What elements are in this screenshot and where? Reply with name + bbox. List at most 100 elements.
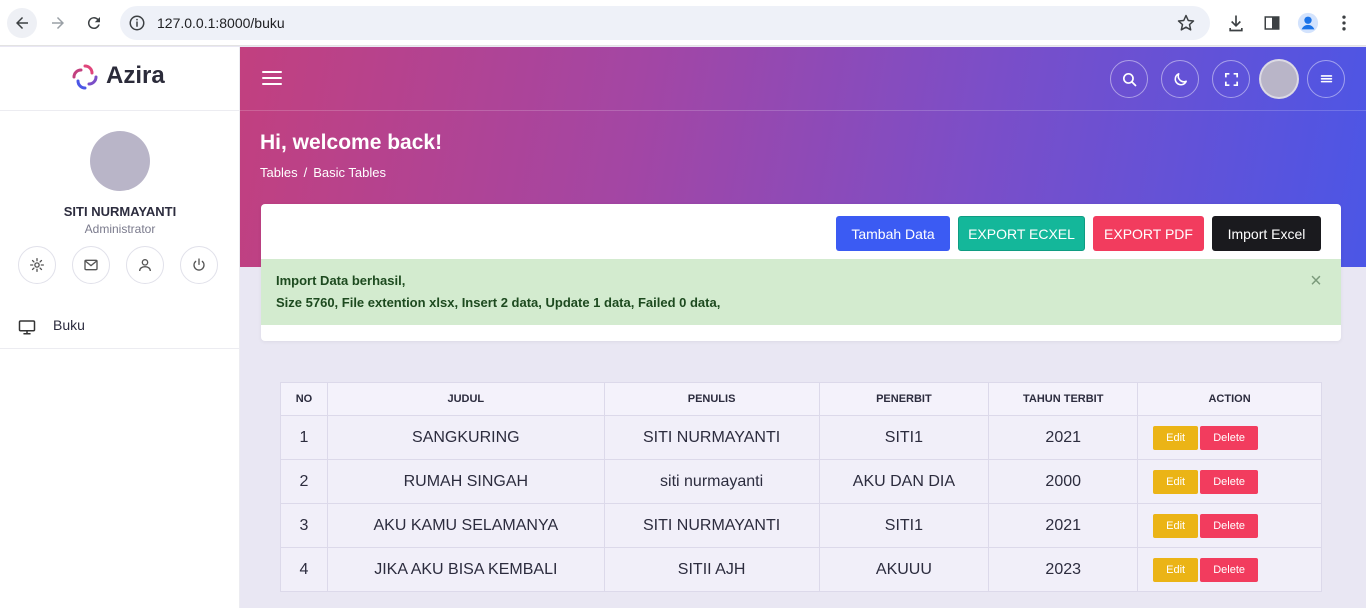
edit-button[interactable]: Edit bbox=[1153, 513, 1199, 538]
edit-button[interactable]: Edit bbox=[1153, 557, 1199, 582]
menu-lines-icon bbox=[1320, 74, 1332, 82]
back-button[interactable] bbox=[7, 8, 37, 38]
breadcrumb-item-tables[interactable]: Tables bbox=[260, 165, 298, 180]
header-avatar[interactable] bbox=[1259, 59, 1299, 99]
sidebar: Azira SITI NURMAYANTI Administrator Buku bbox=[0, 47, 240, 608]
table-row: 3 AKU KAMU SELAMANYA SITI NURMAYANTI SIT… bbox=[280, 503, 1322, 548]
delete-button[interactable]: Delete bbox=[1200, 469, 1259, 494]
download-button[interactable] bbox=[1225, 12, 1247, 34]
search-icon bbox=[1122, 72, 1136, 86]
brand[interactable]: Azira bbox=[0, 47, 240, 111]
column-header-penerbit: PENERBIT bbox=[818, 382, 990, 416]
delete-button[interactable]: Delete bbox=[1200, 425, 1259, 450]
cell-no: 3 bbox=[280, 503, 328, 548]
search-button[interactable] bbox=[1110, 60, 1148, 98]
action-card: Tambah Data EXPORT ECXEL EXPORT PDF Impo… bbox=[261, 204, 1341, 341]
delete-button[interactable]: Delete bbox=[1200, 557, 1259, 582]
close-icon[interactable]: × bbox=[1307, 271, 1325, 291]
breadcrumb-separator: / bbox=[303, 165, 308, 180]
fullscreen-button[interactable] bbox=[1212, 60, 1250, 98]
kebab-menu-icon bbox=[1342, 15, 1346, 31]
address-bar[interactable]: 127.0.0.1:8000/buku bbox=[120, 6, 1210, 40]
cell-tahun: 2023 bbox=[988, 547, 1139, 592]
download-icon bbox=[1229, 15, 1243, 32]
books-table: NO JUDUL PENULIS PENERBIT TAHUN TERBIT A… bbox=[280, 382, 1322, 592]
arrow-left-icon bbox=[16, 17, 28, 29]
cell-penerbit: SITI1 bbox=[818, 503, 990, 548]
mail-button[interactable] bbox=[72, 246, 110, 284]
cell-penulis: SITI NURMAYANTI bbox=[603, 503, 820, 548]
reload-button[interactable] bbox=[79, 8, 109, 38]
cell-penerbit: AKU DAN DIA bbox=[818, 459, 990, 504]
sidebar-item-buku[interactable]: Buku bbox=[0, 309, 240, 349]
gear-icon bbox=[30, 258, 44, 272]
cell-no: 2 bbox=[280, 459, 328, 504]
column-header-penulis: PENULIS bbox=[603, 382, 820, 416]
cell-penulis: SITI NURMAYANTI bbox=[603, 415, 820, 460]
avatar[interactable] bbox=[90, 131, 150, 191]
table-row: 4 JIKA AKU BISA KEMBALI SITII AJH AKUUU … bbox=[280, 547, 1322, 592]
cell-penerbit: AKUUU bbox=[818, 547, 990, 592]
star-icon[interactable] bbox=[1176, 13, 1196, 33]
column-header-action: ACTION bbox=[1137, 382, 1322, 416]
info-icon[interactable] bbox=[128, 14, 146, 32]
azira-logo-icon bbox=[72, 64, 98, 90]
profile-role: Administrator bbox=[84, 222, 156, 236]
edit-button[interactable]: Edit bbox=[1153, 425, 1199, 450]
settings-button[interactable] bbox=[18, 246, 56, 284]
cell-judul: SANGKURING bbox=[326, 415, 605, 460]
profile-button[interactable] bbox=[1297, 12, 1319, 34]
fullscreen-icon bbox=[1224, 72, 1238, 86]
url-text[interactable]: 127.0.0.1:8000/buku bbox=[157, 15, 285, 31]
power-icon bbox=[193, 258, 205, 271]
cell-tahun: 2021 bbox=[988, 503, 1139, 548]
page-title: Hi, welcome back! bbox=[260, 131, 443, 154]
cell-penulis: siti nurmayanti bbox=[603, 459, 820, 504]
cell-penulis: SITII AJH bbox=[603, 547, 820, 592]
cell-judul: AKU KAMU SELAMANYA bbox=[326, 503, 605, 548]
reload-icon bbox=[87, 17, 100, 30]
power-button[interactable] bbox=[180, 246, 218, 284]
alert-title: Import Data berhasil, bbox=[276, 273, 406, 288]
browser-menu-button[interactable] bbox=[1333, 12, 1355, 34]
side-panel-icon bbox=[1264, 16, 1280, 30]
cell-action: Edit Delete bbox=[1137, 415, 1322, 460]
add-data-button[interactable]: Tambah Data bbox=[836, 216, 950, 251]
delete-button[interactable]: Delete bbox=[1200, 513, 1259, 538]
topbar bbox=[240, 47, 1366, 111]
arrow-right-icon bbox=[52, 17, 64, 29]
cell-action: Edit Delete bbox=[1137, 459, 1322, 504]
forward-button[interactable] bbox=[43, 8, 73, 38]
alert-message: Size 5760, File extention xlsx, Insert 2… bbox=[276, 295, 721, 310]
user-icon bbox=[139, 259, 151, 272]
sidebar-item-label: Buku bbox=[53, 317, 85, 333]
header-menu-button[interactable] bbox=[1307, 60, 1345, 98]
table-header-row: NO JUDUL PENULIS PENERBIT TAHUN TERBIT A… bbox=[280, 382, 1322, 416]
user-button[interactable] bbox=[126, 246, 164, 284]
cell-action: Edit Delete bbox=[1137, 547, 1322, 592]
cell-no: 4 bbox=[280, 547, 328, 592]
side-panel-button[interactable] bbox=[1261, 12, 1283, 34]
monitor-icon bbox=[18, 320, 36, 335]
column-header-tahun-terbit: TAHUN TERBIT bbox=[988, 382, 1139, 416]
breadcrumb: Tables / Basic Tables bbox=[260, 165, 386, 180]
column-header-judul: JUDUL bbox=[326, 382, 605, 416]
hamburger-icon[interactable] bbox=[262, 71, 282, 87]
import-excel-button[interactable]: Import Excel bbox=[1212, 216, 1321, 251]
browser-chrome: 127.0.0.1:8000/buku bbox=[0, 0, 1366, 46]
export-pdf-button[interactable]: EXPORT PDF bbox=[1093, 216, 1204, 251]
table-row: 2 RUMAH SINGAH siti nurmayanti AKU DAN D… bbox=[280, 459, 1322, 504]
cell-judul: RUMAH SINGAH bbox=[326, 459, 605, 504]
profile-name: SITI NURMAYANTI bbox=[63, 204, 177, 219]
brand-name: Azira bbox=[106, 62, 165, 89]
export-excel-button[interactable]: EXPORT ECXEL bbox=[958, 216, 1085, 251]
edit-button[interactable]: Edit bbox=[1153, 469, 1199, 494]
cell-tahun: 2021 bbox=[988, 415, 1139, 460]
cell-tahun: 2000 bbox=[988, 459, 1139, 504]
cell-penerbit: SITI1 bbox=[818, 415, 990, 460]
moon-icon bbox=[1174, 72, 1187, 85]
column-header-no: NO bbox=[280, 382, 328, 416]
mail-icon bbox=[84, 259, 98, 271]
dark-mode-button[interactable] bbox=[1161, 60, 1199, 98]
table-row: 1 SANGKURING SITI NURMAYANTI SITI1 2021 … bbox=[280, 415, 1322, 460]
